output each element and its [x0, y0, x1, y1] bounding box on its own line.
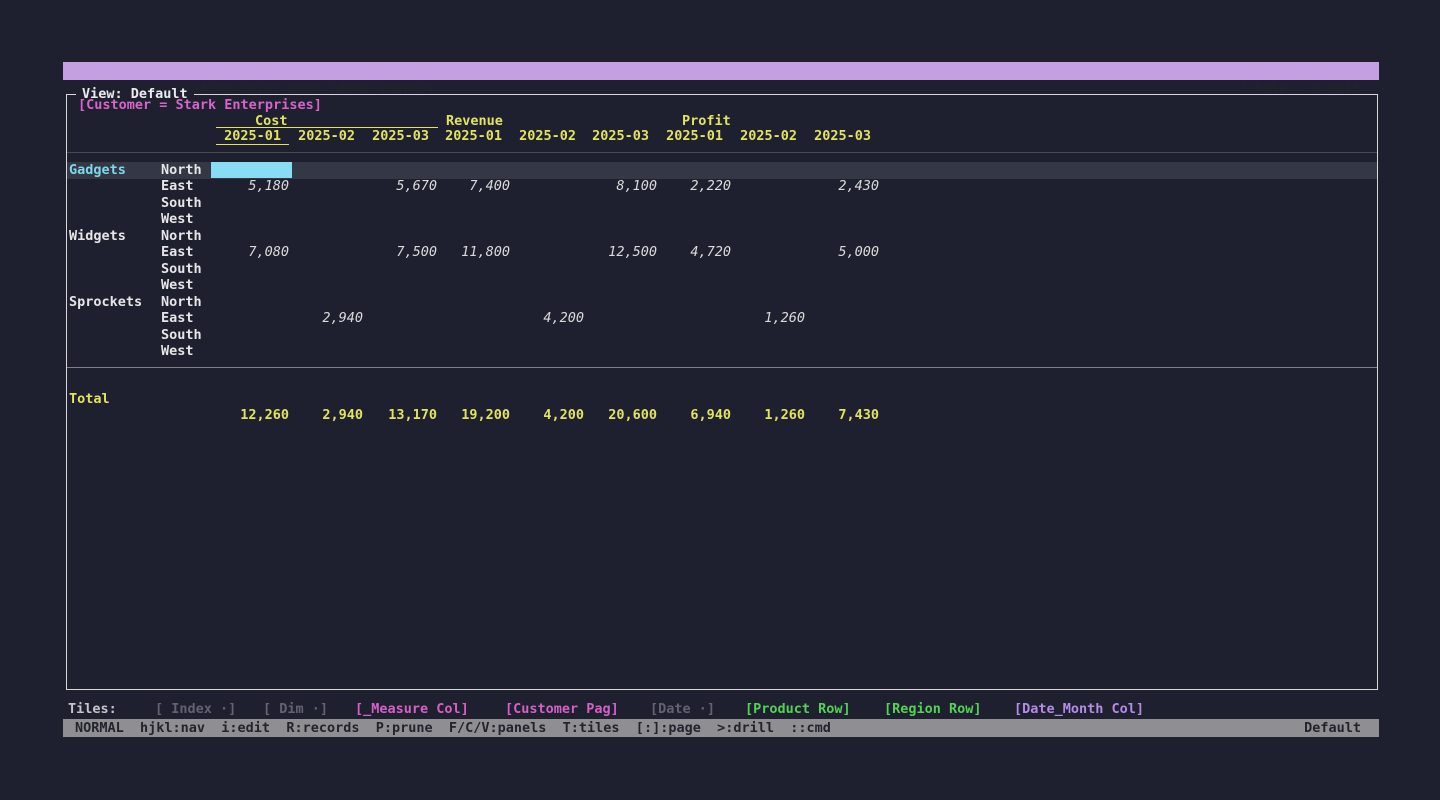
month-header[interactable]: 2025-01 [216, 129, 289, 145]
status-view-name: Default [1304, 719, 1361, 737]
total-value: 1,260 [732, 407, 805, 423]
cell-value[interactable]: 2,940 [290, 310, 363, 326]
cell-region: North [161, 228, 202, 244]
month-header[interactable]: 2025-03 [364, 129, 437, 145]
table-row[interactable]: Sprockets North [67, 294, 1377, 311]
cell-value[interactable]: 11,800 [437, 244, 510, 260]
month-header[interactable]: 2025-01 [437, 129, 510, 145]
table-row[interactable]: East 7,080 7,50011,800 12,5004,720 5,000 [67, 244, 1377, 261]
cell-value[interactable]: 2,430 [806, 178, 879, 194]
cell-region: North [161, 162, 202, 178]
cell-region: South [161, 195, 202, 211]
total-separator [67, 367, 1377, 368]
cell-region: East [161, 178, 194, 194]
cell-region: West [161, 277, 194, 293]
cell-value[interactable]: 5,000 [806, 244, 879, 260]
total-row: Total 12,2602,94013,17019,2004,20020,600… [67, 375, 1377, 392]
total-value: 6,940 [658, 407, 731, 423]
dim-tile[interactable]: [ Dim ·] [263, 700, 328, 718]
table-row[interactable]: West [67, 211, 1377, 228]
table-row[interactable]: West [67, 343, 1377, 360]
cell-value[interactable]: 7,080 [216, 244, 289, 260]
total-value: 12,260 [216, 407, 289, 423]
cell-region: North [161, 294, 202, 310]
month-header[interactable]: 2025-03 [584, 129, 657, 145]
cell-value[interactable]: 8,100 [584, 178, 657, 194]
group-header: Profit [682, 113, 731, 129]
header-separator [67, 152, 1377, 153]
cell-region: West [161, 343, 194, 359]
month-header[interactable]: 2025-02 [290, 129, 363, 145]
cell-value[interactable]: 1,260 [732, 310, 805, 326]
index-tile[interactable]: [ Index ·] [155, 700, 236, 718]
total-value: 2,940 [290, 407, 363, 423]
total-value: 4,200 [511, 407, 584, 423]
table-row[interactable]: East 5,180 5,6707,400 8,1002,220 2,430 [67, 178, 1377, 195]
filter-badge[interactable]: [Customer = Stark Enterprises] [78, 97, 322, 113]
cell-value[interactable]: 5,670 [364, 178, 437, 194]
view-panel: View: Default [Customer = Stark Enterpri… [66, 94, 1378, 690]
table-row[interactable]: East 2,940 4,200 1,260 [67, 310, 1377, 327]
selected-cell[interactable] [211, 162, 292, 178]
cell-region: West [161, 211, 194, 227]
total-value: 7,430 [806, 407, 879, 423]
cell-value[interactable]: 7,400 [437, 178, 510, 194]
customer-pag-tile[interactable]: [Customer Pag] [505, 700, 619, 718]
cell-product: Gadgets [69, 162, 126, 178]
month-header[interactable]: 2025-02 [732, 129, 805, 145]
table-row[interactable]: West [67, 277, 1377, 294]
cell-value[interactable]: 4,200 [511, 310, 584, 326]
table-row[interactable]: Widgets North [67, 228, 1377, 245]
cell-value[interactable]: 4,720 [658, 244, 731, 260]
total-label: Total [69, 391, 110, 407]
tiles-bar: Tiles: [ Index ·] [ Dim ·] [_Measure Col] [… [63, 700, 1379, 718]
group-header: Revenue [446, 113, 503, 129]
cell-region: East [161, 310, 194, 326]
terminal-screen: improvise·Acme Sales Demo (demo.improv) … [0, 0, 1440, 800]
date-tile[interactable]: [Date ·] [650, 700, 715, 718]
cell-value[interactable]: 5,180 [216, 178, 289, 194]
status-bar: NORMAL hjkl:nav i:edit R:records P:prune… [63, 719, 1379, 737]
status-hints: NORMAL hjkl:nav i:edit R:records P:prune… [75, 719, 831, 737]
month-header[interactable]: 2025-02 [511, 129, 584, 145]
title-separator-icon: · [77, 80, 1393, 81]
title-bar-left: improvise·Acme Sales Demo (demo.improv) [77, 62, 435, 80]
cell-region: South [161, 261, 202, 277]
region-row-tile[interactable]: [Region Row] [884, 700, 982, 718]
title-bar-right: ?:help :q quit [1190, 62, 1361, 80]
month-header[interactable]: 2025-03 [806, 129, 879, 145]
table-row[interactable]: South [67, 261, 1377, 278]
cell-value[interactable]: 7,500 [364, 244, 437, 260]
cell-value[interactable]: 12,500 [584, 244, 657, 260]
tiles-label: Tiles: [68, 700, 117, 718]
cell-product: Sprockets [69, 294, 142, 310]
title-bar: improvise·Acme Sales Demo (demo.improv) … [63, 62, 1379, 80]
table-row[interactable]: Gadgets North [67, 162, 1377, 179]
date-month-col-tile[interactable]: [Date_Month Col] [1014, 700, 1144, 718]
cell-value[interactable]: 2,220 [658, 178, 731, 194]
total-value: 20,600 [584, 407, 657, 423]
measure-col-tile[interactable]: [_Measure Col] [355, 700, 469, 718]
table-row[interactable]: South [67, 195, 1377, 212]
table-row[interactable]: South [67, 327, 1377, 344]
group-header: Cost [255, 113, 288, 129]
cell-region: East [161, 244, 194, 260]
product-row-tile[interactable]: [Product Row] [745, 700, 851, 718]
cell-region: South [161, 327, 202, 343]
month-header[interactable]: 2025-01 [658, 129, 731, 145]
total-value: 19,200 [437, 407, 510, 423]
total-value: 13,170 [364, 407, 437, 423]
cell-product: Widgets [69, 228, 126, 244]
